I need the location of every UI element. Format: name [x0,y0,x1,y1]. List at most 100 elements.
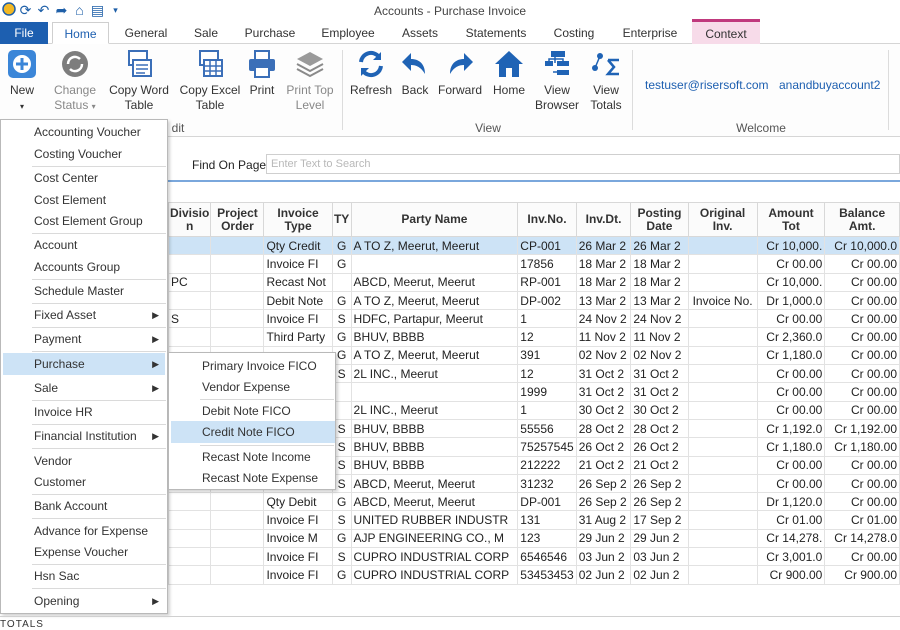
menu-item-customer[interactable]: Customer [3,471,165,493]
table-cell: Cr 1,192.0 [756,418,826,439]
col-header[interactable]: Balance Amt. [824,202,900,237]
table-cell: Qty Credit [263,235,333,256]
table-cell: 17856 [517,254,577,274]
ribbon-separator [632,50,633,130]
menu-item-account[interactable]: Account [3,234,165,256]
menu-item-financial-institution[interactable]: Financial Institution ▶ [3,425,165,447]
menu-item-bank-account[interactable]: Bank Account [3,495,165,517]
table-cell: BHUV, BBBB [350,418,519,439]
table-cell: Invoice No. [687,290,758,311]
tab-home[interactable]: Home [52,22,109,44]
menu-item-sale[interactable]: Sale ▶ [3,377,165,399]
tab-context[interactable]: Context [692,19,760,44]
table-cell: HDFC, Partapur, Meerut [350,309,519,329]
table-row[interactable]: Invoice FI G CUPRO INDUSTRIAL CORP 53453453… [167,565,900,585]
table-row[interactable]: Invoice M G AJP ENGINEERING CO., M 123 29 Ju… [167,528,900,549]
tab-statements[interactable]: Statements [457,22,535,44]
table-cell: G [331,492,352,512]
tab-assets[interactable]: Assets [394,22,446,44]
tab-general[interactable]: General [116,22,176,44]
view-totals-button[interactable]: View Totals [586,48,626,113]
tab-enterprise[interactable]: Enterprise [613,22,687,44]
table-row[interactable]: Qty Debit G ABCD, Meerut, Meerut DP-001 26 S… [167,492,900,512]
menu-item-cost-center[interactable]: Cost Center [3,167,165,189]
table-cell [350,382,519,402]
table-cell: 26 Oct 2 [575,437,632,457]
col-header[interactable]: TY [331,202,352,237]
table-row[interactable]: Invoice FI S CUPRO INDUSTRIAL CORP 6546546 0… [167,547,900,567]
menu-item-schedule-master[interactable]: Schedule Master [3,280,165,302]
submenu-item-recast-note-income[interactable]: Recast Note Income [171,446,335,468]
table-row[interactable]: Third Party G BHUV, BBBB 12 11 Nov 2 11 Nov 2… [167,327,900,347]
menu-item-accounts-group[interactable]: Accounts Group [3,256,165,278]
forward-button[interactable]: Forward [436,48,484,98]
home-button[interactable]: Home [490,48,528,98]
menu-item-cost-element[interactable]: Cost Element [3,189,165,211]
tab-file[interactable]: File [0,22,48,44]
table-row[interactable]: Invoice FI G 17856 18 Mar 2 18 Mar 2 Cr 00.00… [167,254,900,274]
table-cell: 55556 [517,418,577,439]
view-browser-button[interactable]: View Browser [534,48,580,113]
menu-item-payment[interactable]: Payment ▶ [3,328,165,350]
table-cell: 29 Jun 2 [575,528,632,549]
user-email-link[interactable]: testuser@risersoft.com [645,78,769,92]
account-link[interactable]: anandbuyaccount2 [779,78,880,92]
col-header[interactable]: Amount Tot [756,202,826,237]
table-cell [687,327,758,347]
table-cell: Cr 1,192.00 [824,418,900,439]
menu-item-accounting-voucher[interactable]: Accounting Voucher [3,121,165,143]
submenu-item-debit-note-fico[interactable]: Debit Note FICO [171,400,335,422]
menu-item-vendor[interactable]: Vendor [3,450,165,472]
copy-excel-table-button[interactable]: Copy Excel Table [178,48,242,113]
tab-employee[interactable]: Employee [313,22,383,44]
col-header[interactable]: Party Name [350,202,519,237]
menu-item-costing-voucher[interactable]: Costing Voucher [3,143,165,165]
table-cell: 2L INC., Meerut [350,364,519,384]
col-header[interactable]: Inv.Dt. [575,202,632,237]
print-top-level-button[interactable]: Print Top Level [284,48,336,113]
submenu-item-vendor-expense[interactable]: Vendor Expense [171,376,335,398]
find-input[interactable] [266,154,900,174]
menu-item-hsn-sac[interactable]: Hsn Sac [3,565,165,587]
tab-purchase[interactable]: Purchase [238,22,302,44]
table-cell [687,235,758,256]
table-cell [210,565,265,585]
print-button[interactable]: Print [246,48,278,98]
table-cell: Dr 1,120.0 [756,492,826,512]
col-header[interactable]: Posting Date [630,202,689,237]
table-cell: 24 Nov 2 [575,309,632,329]
col-header[interactable]: Original Inv. [687,202,758,237]
submenu-item-credit-note-fico[interactable]: Credit Note FICO [171,421,335,443]
menu-item-invoice-hr[interactable]: Invoice HR [3,401,165,423]
submenu-item-primary-invoice-fico[interactable]: Primary Invoice FICO [171,355,335,377]
table-cell [687,309,758,329]
menu-item-purchase[interactable]: Purchase ▶ [3,353,165,375]
table-row[interactable]: PC Recast Not ABCD, Meerut, Meerut RP-001 18… [167,272,900,292]
copy-word-table-button[interactable]: Copy Word Table [108,48,170,113]
new-button[interactable]: New ▾ [4,48,40,114]
copy-word-label: Copy Word [109,83,169,97]
table-cell: 1999 [517,382,577,402]
table-cell: Cr 3,001.0 [756,547,826,567]
table-row[interactable]: Debit Note G A TO Z, Meerut, Meerut DP-002 1… [167,290,900,311]
menu-item-fixed-asset[interactable]: Fixed Asset ▶ [3,304,165,326]
menu-item-advance-for-expense[interactable]: Advance for Expense [3,520,165,542]
back-button[interactable]: Back [398,48,432,98]
submenu-item-recast-note-expense[interactable]: Recast Note Expense [171,467,335,489]
table-cell: 21 Oct 2 [630,455,689,475]
change-status-button[interactable]: Change Status ▾ [50,48,100,114]
col-header[interactable]: Project Order [210,202,265,237]
col-header[interactable]: Invoice Type [263,202,333,237]
table-row[interactable]: S Invoice FI S HDFC, Partapur, Meerut 1 24 No… [167,309,900,329]
menu-item-expense-voucher[interactable]: Expense Voucher [3,541,165,563]
tab-sale[interactable]: Sale [184,22,228,44]
table-row[interactable]: Qty Credit G A TO Z, Meerut, Meerut CP-001 2… [167,235,900,256]
tab-costing[interactable]: Costing [546,22,602,44]
refresh-button[interactable]: Refresh [350,48,392,98]
menu-item-opening[interactable]: Opening ▶ [3,590,165,612]
table-row[interactable]: Invoice FI S UNITED RUBBER INDUSTR 131 31 Au… [167,510,900,530]
menu-item-cost-element-group[interactable]: Cost Element Group [3,210,165,232]
col-header[interactable]: Inv.No. [517,202,577,237]
menu-item-label: Fixed Asset [34,308,97,322]
col-header[interactable]: Divisio n [167,202,212,237]
